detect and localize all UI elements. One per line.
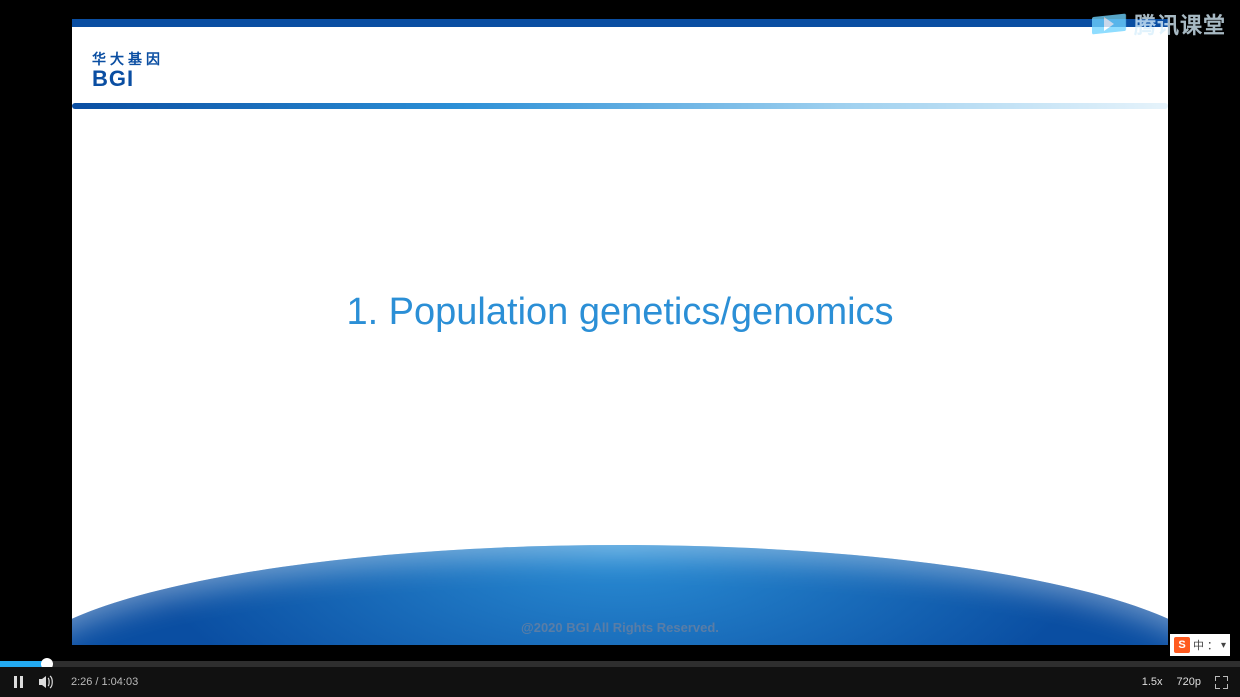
ime-indicator[interactable]: S 中 ： ▾ (1170, 634, 1230, 656)
slide-container: 华大基因 BGI 1. Population genetics/genomics… (72, 19, 1168, 645)
tencent-classroom-watermark: 腾讯课堂 (1092, 8, 1226, 40)
duration: 1:04:03 (101, 676, 138, 688)
video-stage[interactable]: 华大基因 BGI 1. Population genetics/genomics… (0, 0, 1240, 660)
video-player: 华大基因 BGI 1. Population genetics/genomics… (0, 0, 1240, 697)
volume-icon (39, 675, 55, 689)
watermark-text: 腾讯课堂 (1134, 8, 1226, 40)
chevron-down-icon: ▾ (1221, 640, 1226, 651)
bgi-logo: 华大基因 BGI (92, 49, 164, 89)
ime-lang: 中 (1193, 637, 1204, 653)
time-display: 2:26/1:04:03 (71, 676, 138, 688)
ime-punct: ： (1207, 637, 1218, 653)
ime-badge-icon: S (1174, 637, 1190, 653)
pause-icon (14, 676, 23, 688)
volume-button[interactable] (39, 675, 55, 689)
current-time: 2:26 (71, 676, 92, 688)
controls-left: 2:26/1:04:03 (0, 675, 138, 689)
quality-button[interactable]: 720p (1177, 676, 1201, 688)
speed-button[interactable]: 1.5x (1142, 676, 1163, 688)
controls-right: 1.5x 720p (1142, 676, 1240, 689)
slide-title: 1. Population genetics/genomics (72, 291, 1168, 334)
controls-bar: 2:26/1:04:03 1.5x 720p (0, 667, 1240, 697)
slide-footer: @2020 BGI All Rights Reserved. (72, 620, 1168, 635)
play-diamond-icon (1092, 11, 1126, 37)
fullscreen-icon (1215, 676, 1228, 689)
fullscreen-button[interactable] (1215, 676, 1228, 689)
slide-divider (72, 103, 1168, 109)
slide: 华大基因 BGI 1. Population genetics/genomics… (72, 27, 1168, 645)
pause-button[interactable] (14, 676, 23, 688)
slide-top-bar (72, 19, 1168, 27)
bgi-logo-en: BGI (92, 69, 164, 89)
